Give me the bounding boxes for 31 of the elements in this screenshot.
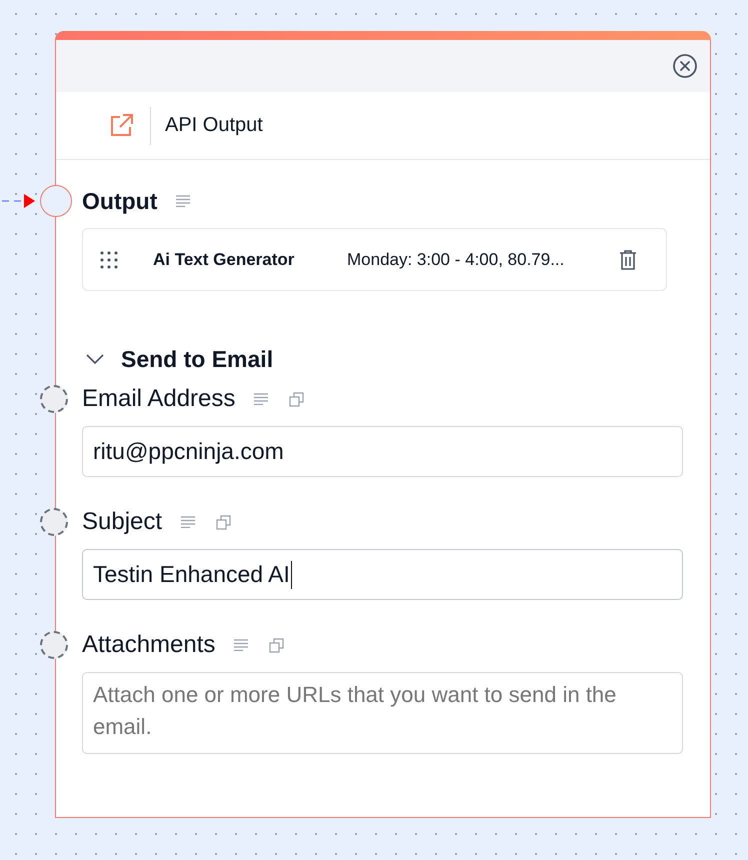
external-link-icon [108, 112, 134, 138]
output-item[interactable]: Ai Text Generator Monday: 3:00 - 4:00, 80.79... [82, 228, 667, 291]
text-icon [253, 393, 270, 405]
text-icon [233, 639, 250, 651]
input-port[interactable] [40, 508, 68, 536]
item-name: Ai Text Generator [153, 250, 296, 270]
text-icon [175, 195, 192, 207]
input-field[interactable]: Testin Enhanced AI [82, 549, 683, 600]
connection-arrow [0, 193, 36, 209]
section-title: Send to Email [121, 346, 274, 372]
item-value: Monday: 3:00 - 4:00, 80.79... [347, 250, 566, 270]
input-port[interactable] [40, 385, 68, 413]
input-port[interactable] [40, 631, 68, 659]
field-label: Subject [82, 508, 162, 536]
copy-icon[interactable] [289, 392, 304, 406]
chevron-icon[interactable] [85, 353, 105, 365]
input-field[interactable]: Attach one or more URLs that you want to send in the email. [82, 672, 683, 754]
copy-icon[interactable] [269, 638, 284, 652]
close-icon[interactable] [672, 53, 698, 79]
drag-handle-icon[interactable] [99, 250, 119, 270]
node-title: API Output [165, 114, 263, 137]
output-label: Output [82, 188, 158, 214]
input-port[interactable] [40, 185, 72, 217]
input-field[interactable]: ritu@ppcninja.com [82, 426, 683, 477]
trash-icon[interactable] [618, 248, 638, 270]
field-label: Attachments [82, 631, 216, 659]
text-icon [180, 516, 196, 528]
copy-icon[interactable] [216, 514, 232, 530]
text-cursor [290, 560, 292, 588]
placeholder: Attach one or more URLs that you want to send in the email. [93, 681, 618, 741]
field-label: Email Address [82, 385, 236, 413]
